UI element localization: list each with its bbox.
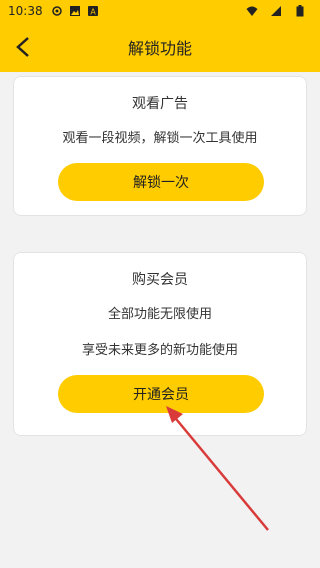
membership-feature-1: 全部功能无限使用 bbox=[107, 307, 212, 322]
battery-icon bbox=[294, 5, 306, 17]
status-bar: 10:38 A bbox=[0, 0, 320, 22]
svg-text:A: A bbox=[90, 8, 96, 17]
app-bar: 解锁功能 bbox=[0, 22, 320, 72]
page-title: 解锁功能 bbox=[127, 39, 192, 58]
watch-ad-card: 观看广告 观看一段视频，解锁一次工具使用 解锁一次 bbox=[13, 76, 307, 216]
back-button[interactable] bbox=[10, 34, 36, 60]
unlock-once-button[interactable]: 解锁一次 bbox=[58, 163, 264, 201]
membership-card-title: 购买会员 bbox=[132, 272, 188, 288]
font-a-icon: A bbox=[87, 5, 99, 17]
wifi-icon bbox=[246, 5, 258, 17]
top-bar: 10:38 A 解锁功能 bbox=[0, 0, 320, 72]
signal-icon bbox=[270, 5, 282, 17]
chevron-left-icon bbox=[16, 37, 29, 57]
open-membership-button[interactable]: 开通会员 bbox=[58, 375, 264, 413]
status-right bbox=[246, 5, 312, 17]
image-icon bbox=[69, 5, 81, 17]
membership-feature-2: 享受未来更多的新功能使用 bbox=[81, 343, 238, 358]
ad-card-title: 观看广告 bbox=[132, 96, 188, 112]
ad-card-description: 观看一段视频，解锁一次工具使用 bbox=[62, 131, 258, 146]
status-time: 10:38 bbox=[8, 4, 43, 18]
android-settings-icon bbox=[51, 5, 63, 17]
membership-card: 购买会员 全部功能无限使用 享受未来更多的新功能使用 开通会员 bbox=[13, 252, 307, 436]
